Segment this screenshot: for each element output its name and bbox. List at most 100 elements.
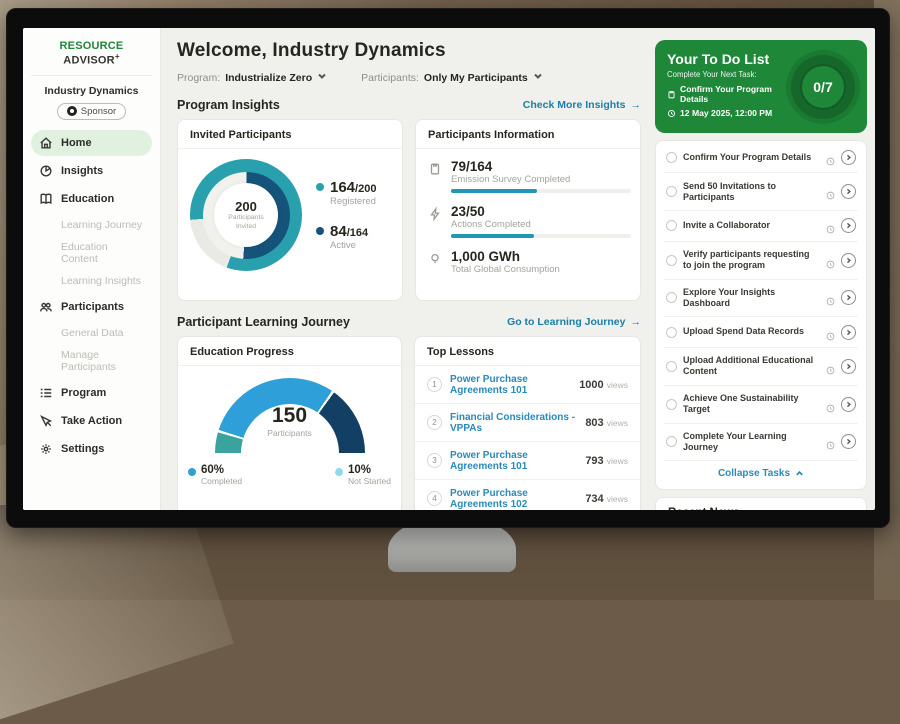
sidebar-item-label: Settings: [61, 443, 104, 455]
task-clock-icon: [826, 400, 835, 409]
sidebar-item-education[interactable]: Education: [31, 186, 152, 212]
card-title: Education Progress: [178, 337, 401, 366]
todo-panel: Your To Do List Complete Your Next Task:…: [653, 28, 875, 510]
task-checkbox[interactable]: [666, 436, 677, 447]
task-open-button[interactable]: [841, 290, 856, 305]
check-more-insights-link[interactable]: Check More Insights →: [523, 99, 641, 111]
sidebar: RESOURCE ADVISOR+ Industry Dynamics Spon…: [23, 28, 161, 510]
sidebar-item-label: Home: [61, 137, 92, 149]
sidebar-item-learning-journey[interactable]: Learning Journey: [31, 214, 152, 236]
task-open-button[interactable]: [841, 184, 856, 199]
task-open-button[interactable]: [841, 359, 856, 374]
registered-dot-icon: [316, 183, 324, 191]
program-filter[interactable]: Program: Industrialize Zero: [177, 71, 327, 84]
rank-badge: 2: [427, 415, 442, 430]
card-title: Top Lessons: [415, 337, 640, 366]
task-open-button[interactable]: [841, 325, 856, 340]
task-open-button[interactable]: [841, 253, 856, 268]
participants-filter[interactable]: Participants: Only My Participants: [361, 71, 543, 84]
sidebar-item-settings[interactable]: Settings: [31, 436, 152, 462]
book-icon: [39, 192, 53, 206]
lesson-row: 1 Power Purchase Agreements 101 1000 vie…: [415, 366, 640, 404]
sidebar-item-learning-insights[interactable]: Learning Insights: [31, 270, 152, 292]
lesson-row: 2 Financial Considerations - VPPAs 803 v…: [415, 404, 640, 442]
cursor-click-icon: [39, 414, 53, 428]
task-checkbox[interactable]: [666, 186, 677, 197]
task-clock-icon: [826, 362, 835, 371]
stat-actions: 23/50 Actions Completed: [428, 204, 628, 238]
participants-filter-label: Participants:: [361, 72, 419, 84]
task-open-button[interactable]: [841, 218, 856, 233]
task-clock-icon: [826, 328, 835, 337]
sidebar-item-participants[interactable]: Participants: [31, 294, 152, 320]
sidebar-item-manage-participants[interactable]: Manage Participants: [31, 344, 152, 378]
card-title: Invited Participants: [178, 120, 402, 149]
collapse-tasks-link[interactable]: Collapse Tasks: [664, 461, 858, 487]
sponsor-badge[interactable]: Sponsor: [57, 103, 126, 120]
lesson-link[interactable]: Power Purchase Agreements 101: [450, 374, 571, 396]
task-checkbox[interactable]: [666, 255, 677, 266]
participants-information-card: Participants Information 79/164 Emission…: [415, 119, 641, 301]
home-icon: [39, 136, 53, 150]
arrow-right-icon: →: [631, 99, 642, 111]
task-open-button[interactable]: [841, 434, 856, 449]
sponsor-icon: [67, 106, 77, 116]
todo-progress-value: 0/7: [802, 66, 844, 108]
progress-bar: [451, 234, 631, 238]
task-achieve-target[interactable]: Achieve One Sustainability Target: [664, 386, 858, 424]
invited-count-label: Participants Invited: [220, 214, 272, 232]
task-checkbox[interactable]: [666, 292, 677, 303]
stat-consumption: 1,000 GWh Total Global Consumption: [428, 249, 628, 279]
invited-donut-inner-ring: 200 Participants Invited: [203, 172, 290, 259]
task-explore-insights[interactable]: Explore Your Insights Dashboard: [664, 280, 858, 318]
task-send-invitations[interactable]: Send 50 Invitations to Participants: [664, 173, 858, 211]
task-verify-participants[interactable]: Verify participants requesting to join t…: [664, 242, 858, 280]
task-complete-learning-journey[interactable]: Complete Your Learning Journey: [664, 424, 858, 462]
task-checkbox[interactable]: [666, 399, 677, 410]
gauge-center: 150 Participants: [215, 404, 365, 438]
task-checkbox[interactable]: [666, 361, 677, 372]
program-filter-label: Program:: [177, 72, 220, 84]
task-upload-spend-data[interactable]: Upload Spend Data Records: [664, 317, 858, 347]
brand-secondary: ADVISOR: [63, 55, 115, 67]
task-open-button[interactable]: [841, 397, 856, 412]
chevron-down-icon: [317, 71, 327, 84]
sidebar-item-home[interactable]: Home: [31, 130, 152, 156]
donut-center: 200 Participants Invited: [214, 183, 278, 247]
page-title: Welcome, Industry Dynamics: [177, 40, 641, 62]
sidebar-item-general-data[interactable]: General Data: [31, 322, 152, 344]
lesson-link[interactable]: Financial Considerations - VPPAs: [450, 412, 577, 434]
task-clock-icon: [826, 187, 835, 196]
lesson-link[interactable]: Power Purchase Agreements 101: [450, 450, 577, 472]
rank-badge: 1: [427, 377, 442, 392]
task-confirm-program[interactable]: Confirm Your Program Details: [664, 143, 858, 173]
task-clock-icon: [826, 153, 835, 162]
card-title: Participants Information: [416, 120, 640, 149]
task-checkbox[interactable]: [666, 220, 677, 231]
task-invite-collaborator[interactable]: Invite a Collaborator: [664, 211, 858, 241]
actions-icon: [428, 207, 442, 221]
task-checkbox[interactable]: [666, 152, 677, 163]
sidebar-item-program[interactable]: Program: [31, 380, 152, 406]
task-upload-educational-content[interactable]: Upload Additional Educational Content: [664, 348, 858, 386]
main-content: Welcome, Industry Dynamics Program: Indu…: [161, 28, 653, 510]
sidebar-item-label: Take Action: [61, 415, 122, 427]
education-progress-card: Education Progress 150 Participants: [177, 336, 402, 510]
lesson-link[interactable]: Power Purchase Agreements 102: [450, 488, 577, 510]
task-open-button[interactable]: [841, 150, 856, 165]
task-checkbox[interactable]: [666, 327, 677, 338]
rank-badge: 3: [427, 453, 442, 468]
clipboard-icon: [667, 90, 676, 99]
sidebar-item-education-content[interactable]: Education Content: [31, 236, 152, 270]
todo-summary-card: Your To Do List Complete Your Next Task:…: [655, 40, 867, 133]
section-title: Participant Learning Journey: [177, 315, 350, 329]
sidebar-item-insights[interactable]: Insights: [31, 158, 152, 184]
task-clock-icon: [826, 293, 835, 302]
clock-icon: [667, 109, 676, 118]
go-to-learning-journey-link[interactable]: Go to Learning Journey →: [507, 316, 641, 328]
active-dot-icon: [316, 227, 324, 235]
brand-primary: RESOURCE: [60, 40, 124, 52]
top-lessons-card: Top Lessons 1 Power Purchase Agreements …: [414, 336, 641, 510]
sidebar-item-take-action[interactable]: Take Action: [31, 408, 152, 434]
stat-emission-survey: 79/164 Emission Survey Completed: [428, 159, 628, 193]
